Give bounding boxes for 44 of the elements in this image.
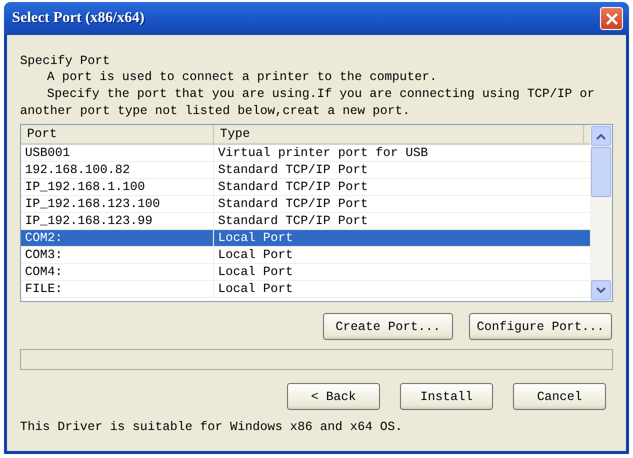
port-name: USB001 bbox=[21, 145, 214, 161]
port-name: COM3: bbox=[21, 247, 214, 263]
port-type: Local Port bbox=[217, 247, 294, 263]
port-row[interactable]: IP_192.168.1.100 Standard TCP/IP Port bbox=[21, 179, 590, 196]
port-button[interactable]: Create Port... bbox=[323, 313, 453, 340]
port-row[interactable]: FILE: Local Port bbox=[21, 281, 590, 298]
port-button[interactable]: Configure Port... bbox=[469, 313, 612, 340]
column-header[interactable]: Port bbox=[21, 125, 214, 143]
footer-text: This Driver is suitable for Windows x86 and x64 OS. bbox=[20, 419, 404, 435]
description-text: A port is used to connect a printer to the computer. bbox=[46, 69, 438, 86]
wizard-button[interactable]: Install bbox=[400, 383, 493, 410]
port-name: IP_192.168.1.100 bbox=[21, 179, 214, 195]
port-name: COM4: bbox=[21, 264, 214, 280]
port-name: IP_192.168.123.99 bbox=[21, 213, 214, 229]
section-heading: Specify Port bbox=[20, 53, 112, 69]
wizard-button[interactable]: Cancel bbox=[513, 383, 606, 410]
scroll-thumb[interactable] bbox=[591, 147, 611, 197]
port-name: FILE: bbox=[21, 281, 214, 297]
wizard-button[interactable]: < Back bbox=[287, 383, 380, 410]
port-type: Standard TCP/IP Port bbox=[217, 196, 370, 212]
port-row[interactable]: COM2: Local Port bbox=[21, 230, 590, 247]
close-icon bbox=[604, 12, 618, 26]
port-name: COM2: bbox=[21, 230, 214, 246]
port-type: Local Port bbox=[217, 264, 294, 280]
scroll-up-button[interactable] bbox=[591, 126, 611, 146]
port-type: Standard TCP/IP Port bbox=[217, 162, 370, 178]
close-button[interactable] bbox=[600, 7, 623, 30]
port-row[interactable]: IP_192.168.123.100 Standard TCP/IP Port bbox=[21, 196, 590, 213]
scrollbar[interactable] bbox=[590, 125, 612, 301]
port-row[interactable]: USB001 Virtual printer port for USB bbox=[21, 145, 590, 162]
port-name: 192.168.100.82 bbox=[21, 162, 214, 178]
port-type: Local Port bbox=[217, 230, 294, 246]
port-type: Standard TCP/IP Port bbox=[217, 213, 370, 229]
description-text: Specify the port that you are using.If you are connecting using TCP/IP or another port type not listed below,creat a new port. bbox=[20, 86, 596, 120]
scroll-down-button[interactable] bbox=[591, 280, 611, 300]
column-header[interactable]: Type bbox=[214, 125, 584, 143]
port-type: Standard TCP/IP Port bbox=[217, 179, 370, 195]
port-row[interactable]: 192.168.100.82 Standard TCP/IP Port bbox=[21, 162, 590, 179]
port-type: Virtual printer port for USB bbox=[217, 145, 430, 161]
port-type: Local Port bbox=[217, 281, 294, 297]
window-title: Select Port (x86/x64) bbox=[12, 10, 144, 27]
port-row[interactable]: COM3: Local Port bbox=[21, 247, 590, 264]
port-row[interactable]: COM4: Local Port bbox=[21, 264, 590, 281]
port-name: IP_192.168.123.100 bbox=[21, 196, 214, 212]
